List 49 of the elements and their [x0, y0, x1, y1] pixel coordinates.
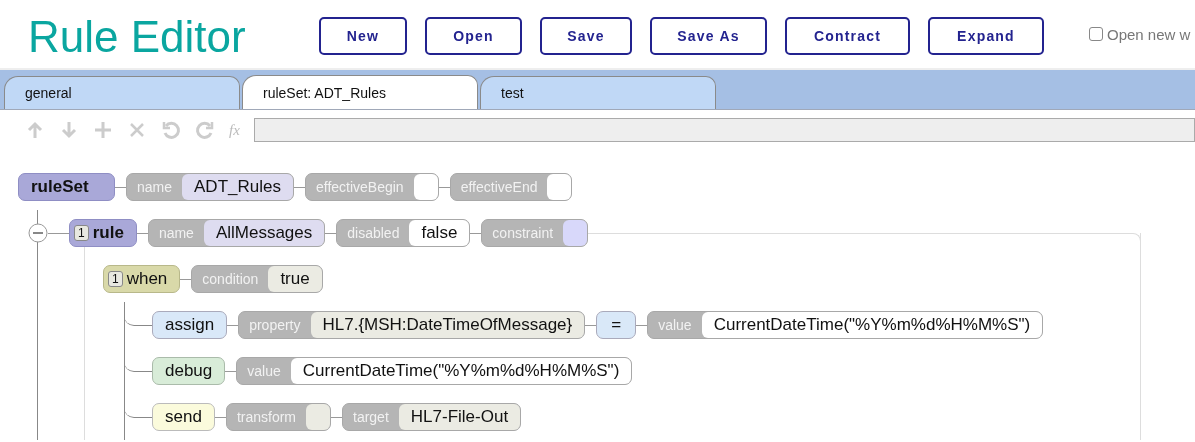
checkbox-label: Open new w	[1107, 25, 1191, 43]
plus-icon[interactable]	[93, 120, 113, 140]
toolbar-button[interactable]: Open	[425, 17, 522, 55]
property-label: transform	[235, 408, 297, 427]
ruleset-node[interactable]: ruleSet	[18, 173, 115, 201]
property-label: property	[248, 316, 302, 335]
property-label: constraint	[491, 224, 555, 243]
property-label: name	[157, 224, 195, 243]
checkbox[interactable]	[1089, 27, 1103, 41]
property-value[interactable]: false	[409, 220, 470, 246]
tab[interactable]: general	[4, 76, 240, 109]
toolbar-button[interactable]: New	[319, 17, 407, 55]
redo-icon[interactable]	[195, 120, 215, 140]
debug-node[interactable]: debug	[152, 357, 226, 385]
property-label: effectiveBegin	[314, 178, 405, 197]
operator-node[interactable]: =	[596, 311, 637, 339]
property-value[interactable]: CurrentDateTime("%Y%m%d%H%M%S")	[290, 358, 632, 384]
toolbar-button[interactable]: Save As	[650, 17, 767, 55]
property-label: value	[246, 362, 282, 381]
property-label: name	[136, 178, 174, 197]
property-value[interactable]	[306, 404, 330, 430]
when-node[interactable]: 1 when	[103, 265, 181, 293]
up-arrow-icon[interactable]	[25, 120, 45, 140]
send-node[interactable]: send	[152, 403, 215, 431]
property-value[interactable]: AllMessages	[203, 220, 325, 246]
property-value[interactable]	[547, 174, 572, 200]
toolbar-button[interactable]: Save	[540, 17, 632, 55]
tab[interactable]: ruleSet: ADT_Rules	[242, 75, 478, 109]
toolbar-button[interactable]: Expand	[928, 17, 1044, 55]
tab[interactable]: test	[480, 76, 716, 109]
toolbar-button[interactable]: Contract	[785, 17, 910, 55]
property-label: effectiveEnd	[459, 178, 539, 197]
assign-node[interactable]: assign	[152, 311, 228, 339]
property-value[interactable]	[413, 174, 438, 200]
property-label: condition	[201, 270, 260, 289]
collapse-icon[interactable]	[28, 223, 48, 243]
property-value[interactable]: HL7.{MSH:DateTimeOfMessage}	[310, 312, 585, 338]
property-value[interactable]	[563, 220, 588, 246]
property-value[interactable]: true	[268, 266, 322, 292]
property-value[interactable]: CurrentDateTime("%Y%m%d%H%M%S")	[701, 312, 1043, 338]
property-label: disabled	[346, 224, 401, 243]
property-value[interactable]: ADT_Rules	[182, 174, 293, 200]
property-label: value	[657, 316, 693, 335]
expression-field[interactable]	[253, 118, 1195, 142]
property-label: target	[352, 408, 390, 427]
down-arrow-icon[interactable]	[59, 120, 79, 140]
undo-icon[interactable]	[161, 120, 181, 140]
property-value[interactable]: HL7-File-Out	[398, 404, 521, 430]
page-title: Rule Editor	[28, 11, 247, 59]
